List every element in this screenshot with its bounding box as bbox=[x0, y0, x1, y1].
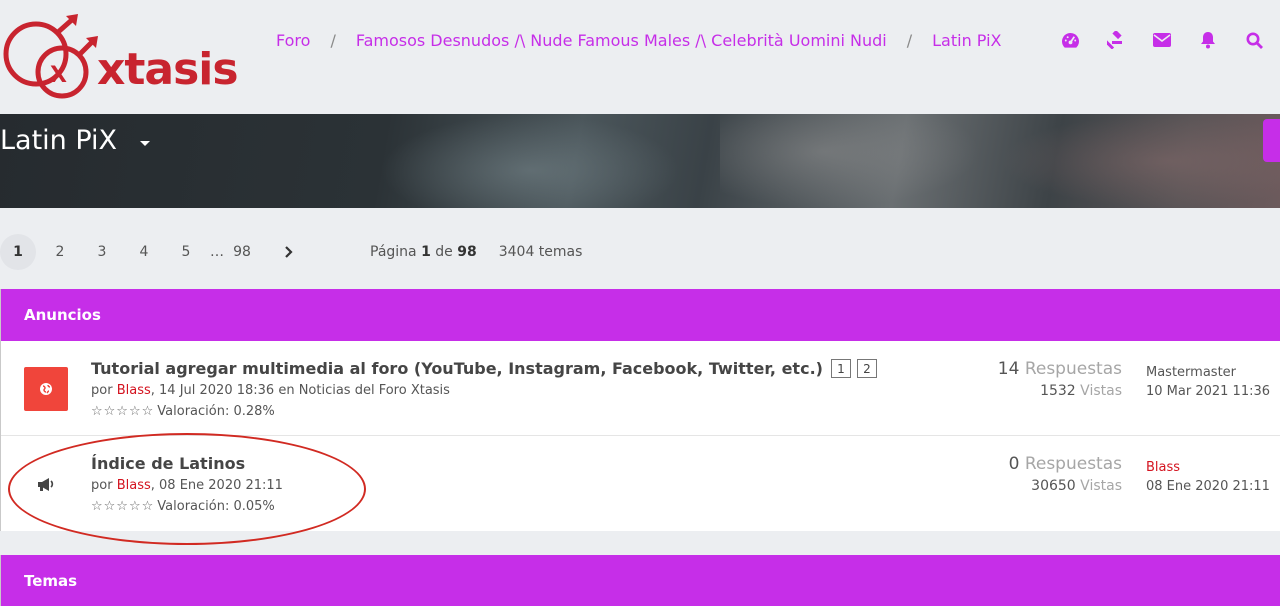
last-post-date[interactable]: 10 Mar 2021 11:36 bbox=[1146, 382, 1270, 401]
page-5[interactable]: 5 bbox=[168, 234, 204, 270]
page-ellipsis: … bbox=[210, 244, 224, 260]
breadcrumb-separator: / bbox=[330, 31, 336, 50]
last-post-user[interactable]: Blass bbox=[1146, 458, 1270, 477]
breadcrumb: Foro / Famosos Desnudos /\ Nude Famous M… bbox=[276, 31, 1002, 50]
gavel-icon[interactable] bbox=[1106, 30, 1126, 50]
site-logo[interactable]: X xtasis bbox=[0, 14, 250, 104]
logo-text: xtasis bbox=[97, 44, 239, 95]
topic-rating: ☆☆☆☆☆ Valoración: 0.05% bbox=[91, 499, 275, 514]
side-panel-tab[interactable] bbox=[1263, 119, 1280, 162]
page-2[interactable]: 2 bbox=[42, 234, 78, 270]
page-1[interactable]: 1 bbox=[0, 234, 36, 270]
topics-section: Temas bbox=[0, 555, 1280, 606]
announcement-row: Índice de Latinos por Blass, 08 Ene 2020… bbox=[1, 436, 1280, 531]
announcements-header: Anuncios bbox=[1, 289, 1280, 341]
search-icon[interactable] bbox=[1244, 30, 1264, 50]
breadcrumb-famosos[interactable]: Famosos Desnudos /\ Nude Famous Males /\… bbox=[356, 31, 887, 50]
site-header: X xtasis Foro / Famosos Desnudos /\ Nude… bbox=[0, 0, 1280, 114]
last-post: Mastermaster 10 Mar 2021 11:36 bbox=[1146, 363, 1270, 401]
svg-text:X: X bbox=[50, 63, 67, 88]
topics-header: Temas bbox=[1, 555, 1280, 606]
author-link[interactable]: Blass bbox=[117, 478, 151, 493]
dashboard-icon[interactable] bbox=[1060, 30, 1080, 50]
page-info: Página 1 de 98 bbox=[370, 244, 477, 260]
topic-stats: 0 Respuestas 30650 Vistas bbox=[1008, 454, 1122, 494]
bell-icon[interactable] bbox=[1198, 30, 1218, 50]
author-link[interactable]: Blass bbox=[117, 383, 151, 398]
header-actions bbox=[1060, 30, 1264, 50]
bullhorn-icon bbox=[24, 462, 68, 506]
forum-dropdown-caret-icon[interactable] bbox=[140, 141, 150, 146]
topic-stats: 14 Respuestas 1532 Vistas bbox=[997, 359, 1122, 399]
breadcrumb-separator: / bbox=[906, 31, 913, 50]
rating-stars-icon[interactable]: ☆☆☆☆☆ bbox=[91, 499, 154, 514]
topic-meta: por Blass, 08 Ene 2020 21:11 bbox=[91, 478, 283, 493]
last-post-user[interactable]: Mastermaster bbox=[1146, 363, 1270, 382]
topic-page-1[interactable]: 1 bbox=[830, 359, 851, 378]
topic-title[interactable]: Tutorial agregar multimedia al foro (You… bbox=[91, 359, 877, 378]
globe-icon bbox=[24, 367, 68, 411]
next-page-chevron-icon[interactable] bbox=[270, 234, 306, 270]
page-4[interactable]: 4 bbox=[126, 234, 162, 270]
breadcrumb-latin-pix[interactable]: Latin PiX bbox=[932, 31, 1001, 50]
announcements-section: Anuncios Tutorial agregar multimedia al … bbox=[0, 289, 1280, 531]
last-post-date[interactable]: 08 Ene 2020 21:11 bbox=[1146, 477, 1270, 496]
topic-page-2[interactable]: 2 bbox=[856, 359, 877, 378]
topic-title[interactable]: Índice de Latinos bbox=[91, 454, 245, 473]
last-post: Blass 08 Ene 2020 21:11 bbox=[1146, 458, 1270, 496]
forum-banner bbox=[0, 114, 1280, 208]
forum-title: Latin PiX bbox=[0, 125, 118, 156]
rating-stars-icon[interactable]: ☆☆☆☆☆ bbox=[91, 404, 154, 419]
page-last[interactable]: 98 bbox=[224, 234, 260, 270]
topic-meta: por Blass, 14 Jul 2020 18:36 en Noticias… bbox=[91, 383, 450, 398]
topics-count: 3404 temas bbox=[498, 244, 583, 260]
pagination: 1 2 3 4 5 … 98 Página 1 de 98 3404 temas bbox=[0, 234, 582, 270]
breadcrumb-foro[interactable]: Foro bbox=[276, 31, 310, 50]
topic-rating: ☆☆☆☆☆ Valoración: 0.28% bbox=[91, 404, 275, 419]
envelope-icon[interactable] bbox=[1152, 30, 1172, 50]
announcement-row: Tutorial agregar multimedia al foro (You… bbox=[1, 341, 1280, 436]
page-3[interactable]: 3 bbox=[84, 234, 120, 270]
